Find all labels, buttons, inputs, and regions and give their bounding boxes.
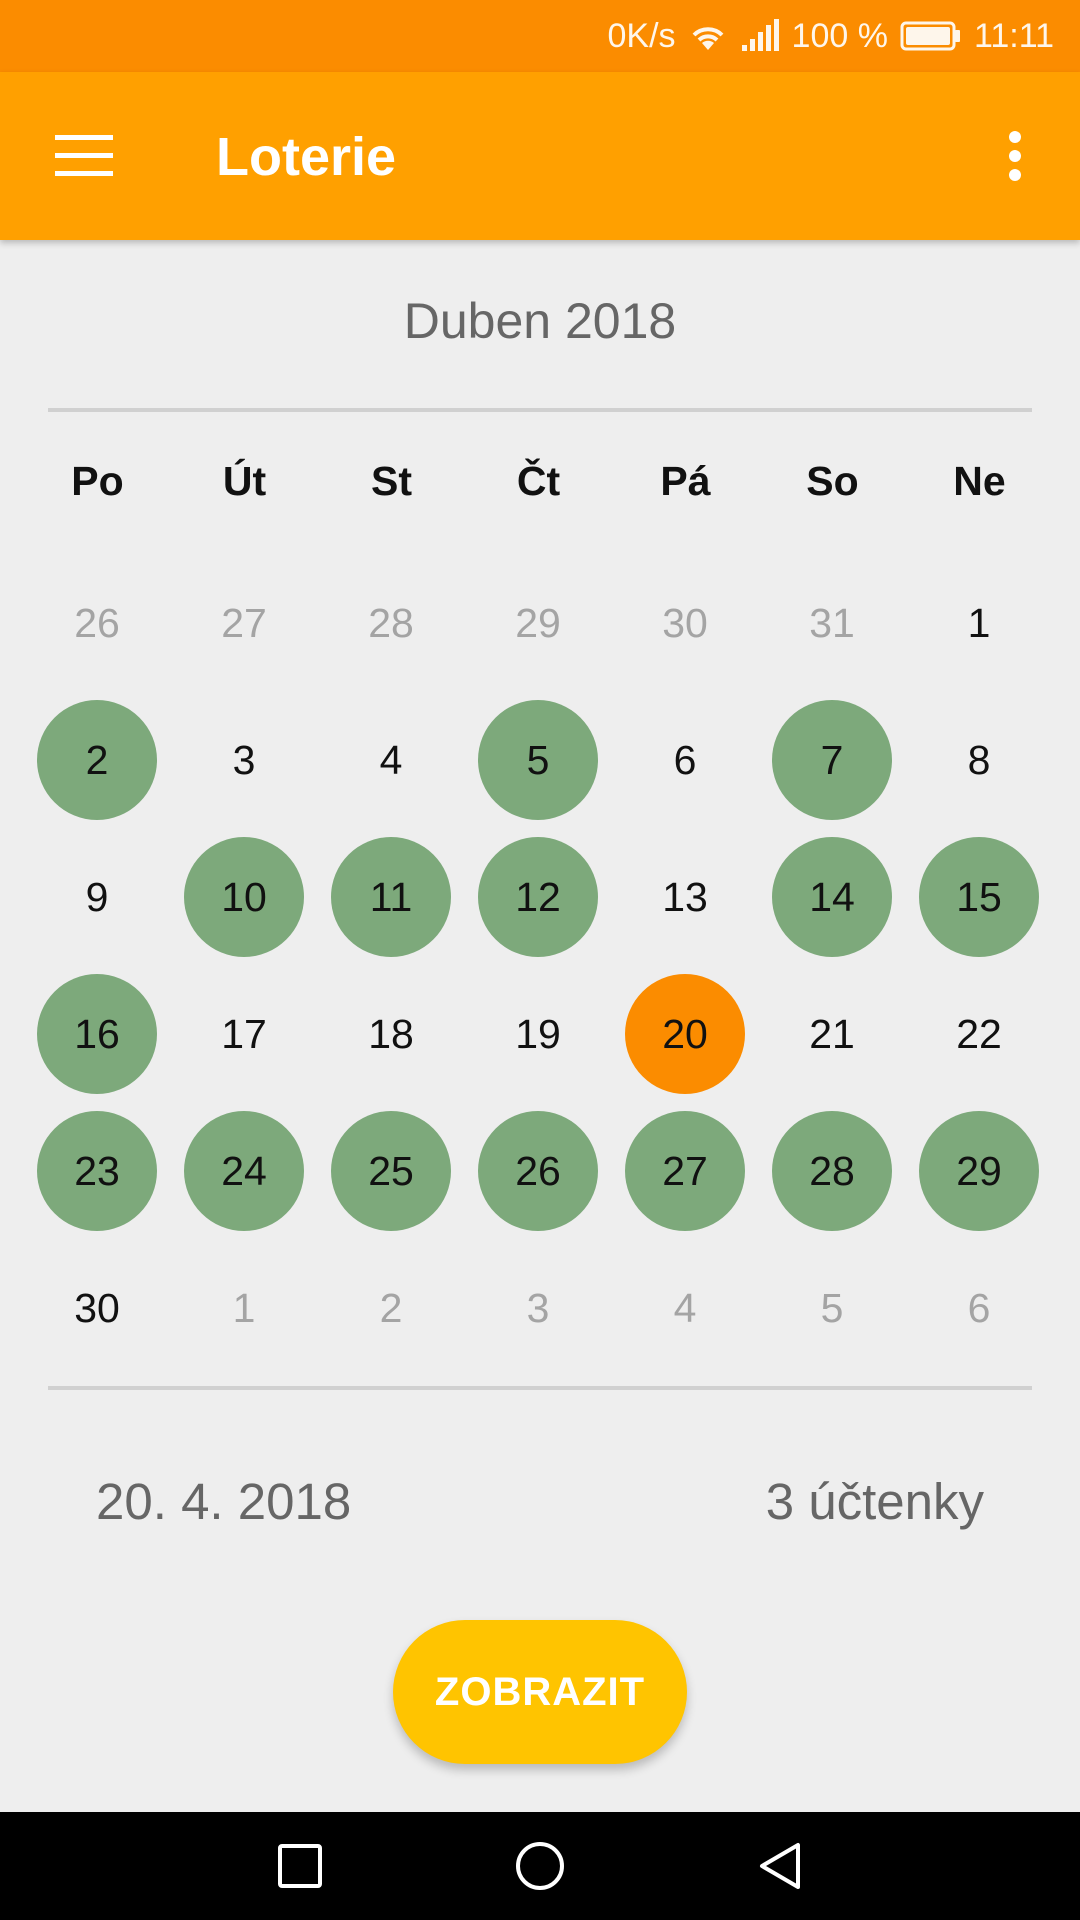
calendar-day[interactable]: 8 xyxy=(919,700,1039,820)
selected-date: 20. 4. 2018 xyxy=(96,1473,352,1530)
month-title: Duben 2018 xyxy=(403,293,677,349)
calendar-day[interactable]: 9 xyxy=(37,837,157,957)
calendar-day[interactable]: 23 xyxy=(37,1111,157,1231)
app-title: Loterie xyxy=(216,127,397,187)
calendar-day[interactable]: 24 xyxy=(184,1111,304,1231)
back-triangle-icon[interactable] xyxy=(740,1826,820,1906)
calendar-day[interactable]: 16 xyxy=(37,974,157,1094)
calendar-day[interactable]: 12 xyxy=(478,837,598,957)
calendar-day[interactable]: 19 xyxy=(478,974,598,1094)
receipt-count: 3 účtenky xyxy=(765,1473,984,1530)
signal-icon xyxy=(740,19,780,53)
calendar-day[interactable]: 2 xyxy=(331,1248,451,1368)
recents-square-icon[interactable] xyxy=(260,1826,340,1906)
calendar-top-divider xyxy=(48,408,1032,412)
calendar-day[interactable]: 28 xyxy=(772,1111,892,1231)
calendar-day[interactable]: 6 xyxy=(625,700,745,820)
calendar-day[interactable]: 29 xyxy=(478,563,598,683)
calendar-day[interactable]: 14 xyxy=(772,837,892,957)
calendar-day[interactable]: 26 xyxy=(37,563,157,683)
calendar-day[interactable]: 11 xyxy=(331,837,451,957)
calendar-day[interactable]: 10 xyxy=(184,837,304,957)
calendar-day[interactable]: 22 xyxy=(919,974,1039,1094)
calendar-day[interactable]: 30 xyxy=(625,563,745,683)
calendar-day[interactable]: 26 xyxy=(478,1111,598,1231)
calendar-day[interactable]: 5 xyxy=(478,700,598,820)
calendar-day[interactable]: 27 xyxy=(625,1111,745,1231)
calendar-day[interactable]: 1 xyxy=(184,1248,304,1368)
weekday-label: Út xyxy=(222,458,267,504)
weekday-header: Po Út St Čt Pá So Ne xyxy=(0,458,1080,518)
system-nav-bar xyxy=(0,1812,1080,1920)
network-speed: 0K/s xyxy=(607,16,676,55)
battery-level: 100 % xyxy=(791,16,888,55)
show-button[interactable]: ZOBRAZIT xyxy=(393,1620,687,1764)
calendar-day[interactable]: 25 xyxy=(331,1111,451,1231)
calendar-day[interactable]: 5 xyxy=(772,1248,892,1368)
calendar-day[interactable]: 4 xyxy=(331,700,451,820)
more-vert-icon[interactable] xyxy=(980,106,1050,206)
calendar-day[interactable]: 13 xyxy=(625,837,745,957)
calendar-day[interactable]: 6 xyxy=(919,1248,1039,1368)
calendar-day-selected[interactable]: 20 xyxy=(625,974,745,1094)
weekday-label: Po xyxy=(71,458,124,504)
calendar-day[interactable]: 3 xyxy=(184,700,304,820)
calendar-day[interactable]: 15 xyxy=(919,837,1039,957)
calendar-day[interactable]: 2 xyxy=(37,700,157,820)
calendar-bottom-divider xyxy=(48,1386,1032,1390)
battery-icon xyxy=(900,21,962,51)
weekday-label: Pá xyxy=(660,458,711,504)
weekday-label: St xyxy=(371,458,412,504)
clock: 11:11 xyxy=(973,16,1054,55)
wifi-icon xyxy=(688,20,728,52)
status-bar: 0K/s 100 % 11:11 xyxy=(0,0,1080,72)
calendar-day[interactable]: 30 xyxy=(37,1248,157,1368)
app-bar: Loterie xyxy=(0,72,1080,240)
calendar-day[interactable]: 17 xyxy=(184,974,304,1094)
calendar-day[interactable]: 31 xyxy=(772,563,892,683)
weekday-label: Ne xyxy=(953,458,1006,504)
calendar-day[interactable]: 4 xyxy=(625,1248,745,1368)
calendar-day[interactable]: 21 xyxy=(772,974,892,1094)
weekday-label: So xyxy=(806,458,859,504)
calendar-day[interactable]: 28 xyxy=(331,563,451,683)
home-circle-icon[interactable] xyxy=(500,1826,580,1906)
weekday-label: Čt xyxy=(516,458,561,504)
calendar-day[interactable]: 18 xyxy=(331,974,451,1094)
calendar-day[interactable]: 7 xyxy=(772,700,892,820)
calendar-day[interactable]: 29 xyxy=(919,1111,1039,1231)
hamburger-menu-icon[interactable] xyxy=(34,106,134,206)
calendar-day[interactable]: 3 xyxy=(478,1248,598,1368)
calendar-day[interactable]: 27 xyxy=(184,563,304,683)
calendar-day[interactable]: 1 xyxy=(919,563,1039,683)
